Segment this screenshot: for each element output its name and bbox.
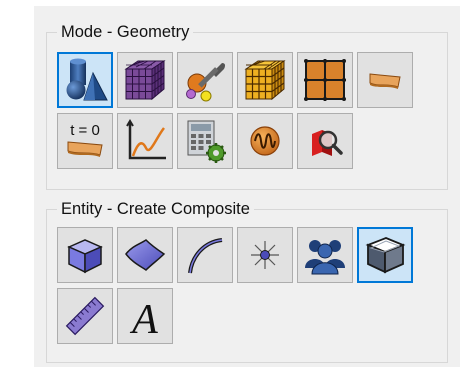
vertex-entity-button[interactable] [237, 227, 293, 283]
graph-icon [126, 119, 166, 160]
measure-button[interactable] [57, 288, 113, 344]
geometry-mode-button[interactable] [57, 52, 113, 108]
vertex-icon [251, 241, 279, 269]
signal-mode-button[interactable] [237, 113, 293, 169]
entity-create-composite-group: Entity - Create Composite A [46, 199, 448, 363]
properties-mode-button[interactable] [177, 52, 233, 108]
volume-entity-button[interactable] [57, 227, 113, 283]
element-mode-button[interactable] [237, 52, 293, 108]
volume-icon [67, 239, 103, 274]
boundary-mode-button[interactable] [297, 52, 353, 108]
toolbar-panel: Mode - Geometry t = 0 Entity - Create Co… [34, 6, 460, 367]
inspect-mode-button[interactable] [297, 113, 353, 169]
mode-geometry-group: Mode - Geometry t = 0 [46, 22, 448, 190]
graph-mode-button[interactable] [117, 113, 173, 169]
grid-plane-icon [304, 59, 346, 101]
composite-entity-button[interactable] [357, 227, 413, 283]
section-mode-button[interactable] [357, 52, 413, 108]
mesh-cube-icon [124, 60, 166, 101]
shapes-icon [66, 58, 108, 101]
wave-icon [250, 126, 280, 156]
entity-create-composite-legend: Entity - Create Composite [57, 199, 254, 219]
group-entity-button[interactable] [297, 227, 353, 283]
svg-text:t = 0: t = 0 [70, 122, 100, 139]
curve-entity-button[interactable] [177, 227, 233, 283]
initial-condition-button[interactable]: t = 0 [57, 113, 113, 169]
calculator-settings-button[interactable] [177, 113, 233, 169]
beam-section-icon [369, 73, 401, 89]
magnifier-icon [312, 130, 343, 156]
annotation-button[interactable]: A [117, 288, 173, 344]
mode-geometry-legend: Mode - Geometry [57, 22, 194, 42]
surface-icon [125, 239, 166, 271]
mesh-mode-button[interactable] [117, 52, 173, 108]
ruler-icon [65, 296, 105, 336]
grid-cube-icon [244, 60, 286, 101]
time-zero-icon: t = 0 [67, 122, 103, 157]
curve-icon [188, 238, 223, 274]
surface-entity-button[interactable] [117, 227, 173, 283]
composite-box-icon [365, 237, 406, 274]
calculator-gear-icon [187, 120, 226, 163]
wrench-tool-icon [186, 63, 226, 102]
group-people-icon [305, 240, 345, 275]
svg-text:A: A [129, 297, 158, 339]
text-a-icon: A [129, 297, 158, 339]
